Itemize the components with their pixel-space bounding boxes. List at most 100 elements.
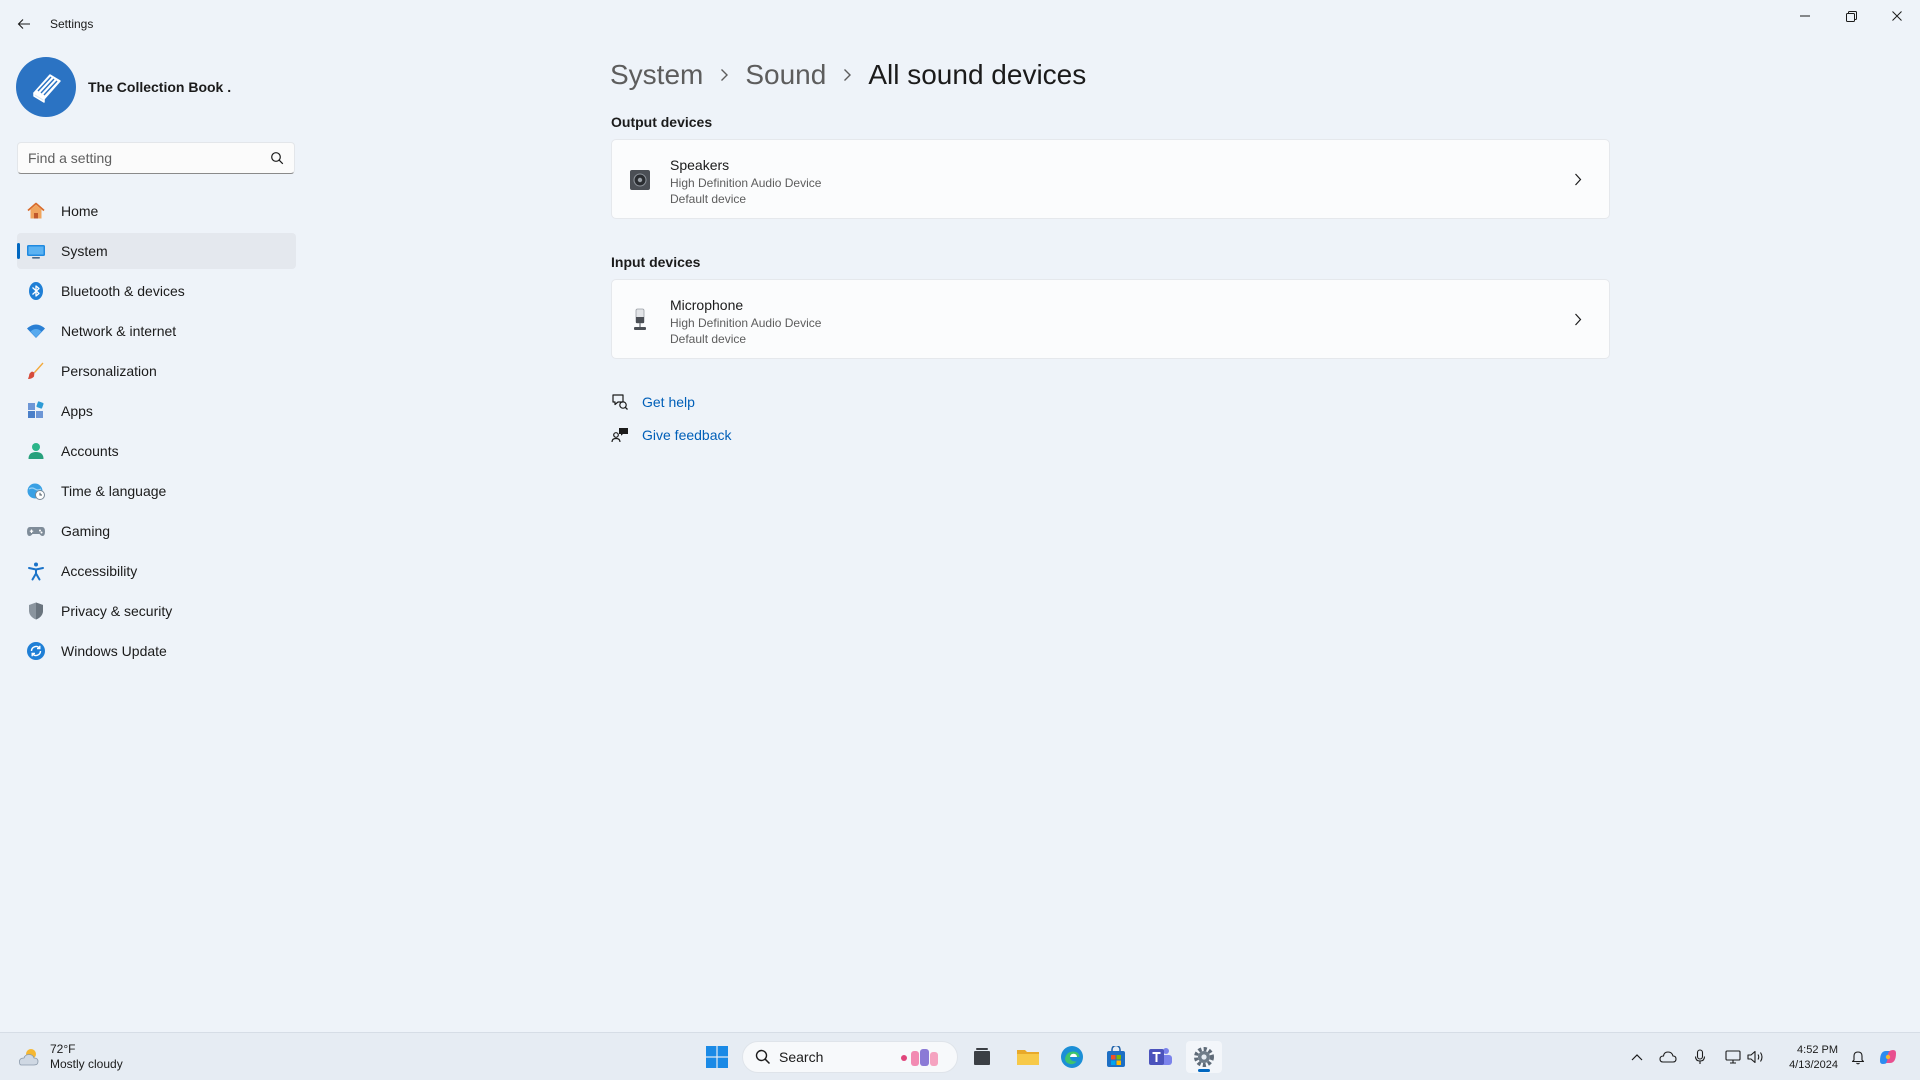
close-icon — [1892, 11, 1902, 21]
search-highlight-icon — [901, 1049, 938, 1066]
clock-date: 4/13/2024 — [1789, 1059, 1838, 1071]
output-device-card[interactable]: Speakers High Definition Audio Device De… — [611, 139, 1610, 219]
restore-button[interactable] — [1828, 0, 1874, 32]
copilot-icon — [1880, 1050, 1896, 1064]
give-feedback-link[interactable]: Give feedback — [611, 425, 732, 445]
sidebar-item-label: Network & internet — [61, 323, 177, 339]
sidebar-item-label: Privacy & security — [61, 603, 173, 619]
help-chat-icon — [612, 394, 628, 410]
chevron-right-icon — [1569, 310, 1587, 328]
copilot-button[interactable] — [1877, 1045, 1899, 1069]
store-button[interactable] — [1098, 1041, 1134, 1073]
sidebar-item-network-internet[interactable]: Network & internet — [17, 313, 296, 349]
gear-icon — [1194, 1047, 1214, 1067]
profile-name: The Collection Book . — [88, 79, 232, 95]
sidebar-item-apps[interactable]: Apps — [17, 393, 296, 429]
sidebar-item-home[interactable]: Home — [17, 193, 296, 229]
brush-icon — [26, 361, 46, 381]
show-hidden-icons-button[interactable] — [1626, 1045, 1648, 1069]
search-input[interactable] — [28, 143, 258, 173]
shield-icon — [26, 601, 46, 621]
taskbar-clock[interactable]: 4:52 PM 4/13/2024 — [1766, 1043, 1838, 1073]
sidebar-item-label: Windows Update — [61, 643, 167, 659]
get-help-text: Get help — [642, 394, 695, 410]
ethernet-icon — [1725, 1050, 1741, 1064]
start-button[interactable] — [701, 1041, 733, 1073]
sidebar-item-label: Gaming — [61, 523, 111, 539]
taskbar-search-label: Search — [779, 1049, 824, 1065]
title-bar: Settings — [0, 0, 1920, 48]
sidebar-item-bluetooth-devices[interactable]: Bluetooth & devices — [17, 273, 296, 309]
task-view-button[interactable] — [964, 1041, 1000, 1073]
volume-tray-button[interactable] — [1745, 1045, 1767, 1069]
page-title: All sound devices — [868, 59, 1087, 90]
back-arrow-icon — [17, 19, 30, 29]
network-tray-button[interactable] — [1722, 1045, 1744, 1069]
store-icon — [1107, 1046, 1125, 1067]
edge-browser-button[interactable] — [1054, 1041, 1090, 1073]
bell-icon — [1851, 1051, 1865, 1065]
weather-widget[interactable]: 72°F Mostly cloudy — [16, 1041, 123, 1073]
search-icon — [271, 152, 284, 165]
back-button[interactable] — [12, 12, 36, 36]
sidebar-item-privacy-security[interactable]: Privacy & security — [17, 593, 296, 629]
home-icon — [26, 201, 46, 221]
sidebar-item-label: System — [61, 243, 108, 259]
breadcrumb-sound[interactable]: Sound — [745, 59, 826, 91]
update-icon — [26, 641, 46, 661]
feedback-icon — [611, 428, 628, 443]
sidebar-nav: Home System Bluetooth & devices Network … — [17, 193, 296, 673]
sidebar-item-gaming[interactable]: Gaming — [17, 513, 296, 549]
sidebar-item-accounts[interactable]: Accounts — [17, 433, 296, 469]
folder-icon — [1017, 1050, 1039, 1065]
sidebar-item-windows-update[interactable]: Windows Update — [17, 633, 296, 669]
sidebar-item-label: Time & language — [61, 483, 167, 499]
notification-button[interactable] — [1847, 1045, 1869, 1069]
edge-icon — [1061, 1046, 1083, 1068]
gamepad-icon — [26, 521, 46, 541]
book-logo-icon — [33, 74, 61, 103]
microphone-icon — [628, 308, 652, 332]
clock-time: 4:52 PM — [1797, 1044, 1838, 1056]
file-explorer-button[interactable] — [1010, 1041, 1046, 1073]
user-profile[interactable]: The Collection Book . — [16, 56, 231, 118]
device-name: Microphone — [670, 297, 744, 313]
close-button[interactable] — [1874, 0, 1920, 32]
input-device-card[interactable]: Microphone High Definition Audio Device … — [611, 279, 1610, 359]
search-icon — [755, 1049, 771, 1065]
volume-icon — [1747, 1050, 1763, 1064]
chevron-right-icon — [1569, 170, 1587, 188]
give-feedback-text: Give feedback — [642, 427, 732, 443]
sidebar-item-system[interactable]: System — [17, 233, 296, 269]
sidebar-item-accessibility[interactable]: Accessibility — [17, 553, 296, 589]
microphone-icon — [1694, 1049, 1706, 1064]
onedrive-tray-button[interactable] — [1657, 1045, 1679, 1069]
chevron-right-icon — [719, 68, 729, 82]
minimize-icon — [1800, 15, 1810, 17]
cloud-sun-icon — [19, 1049, 39, 1066]
apps-icon — [26, 401, 46, 421]
teams-icon — [1149, 1048, 1172, 1065]
sidebar-item-label: Accessibility — [61, 563, 138, 579]
task-view-icon — [974, 1048, 990, 1065]
teams-button[interactable] — [1142, 1041, 1178, 1073]
settings-search[interactable] — [17, 142, 295, 174]
restore-icon — [1845, 10, 1857, 22]
settings-app-button[interactable] — [1186, 1041, 1222, 1073]
get-help-link[interactable]: Get help — [611, 392, 695, 412]
minimize-button[interactable] — [1782, 0, 1828, 32]
globe-clock-icon — [26, 481, 46, 501]
sidebar-item-label: Accounts — [61, 443, 119, 459]
taskbar-search[interactable]: Search — [742, 1041, 958, 1073]
sidebar-item-label: Personalization — [61, 363, 157, 379]
weather-temp: 72°F — [50, 1042, 76, 1056]
sidebar-item-personalization[interactable]: Personalization — [17, 353, 296, 389]
wifi-icon — [26, 321, 46, 341]
microphone-tray-button[interactable] — [1689, 1045, 1711, 1069]
device-driver: High Definition Audio Device — [670, 316, 822, 330]
sidebar-item-time-language[interactable]: Time & language — [17, 473, 296, 509]
sidebar-item-label: Home — [61, 203, 99, 219]
app-title: Settings — [50, 17, 94, 31]
breadcrumb: System Sound All sound devices — [610, 55, 1086, 95]
breadcrumb-system[interactable]: System — [610, 59, 703, 91]
